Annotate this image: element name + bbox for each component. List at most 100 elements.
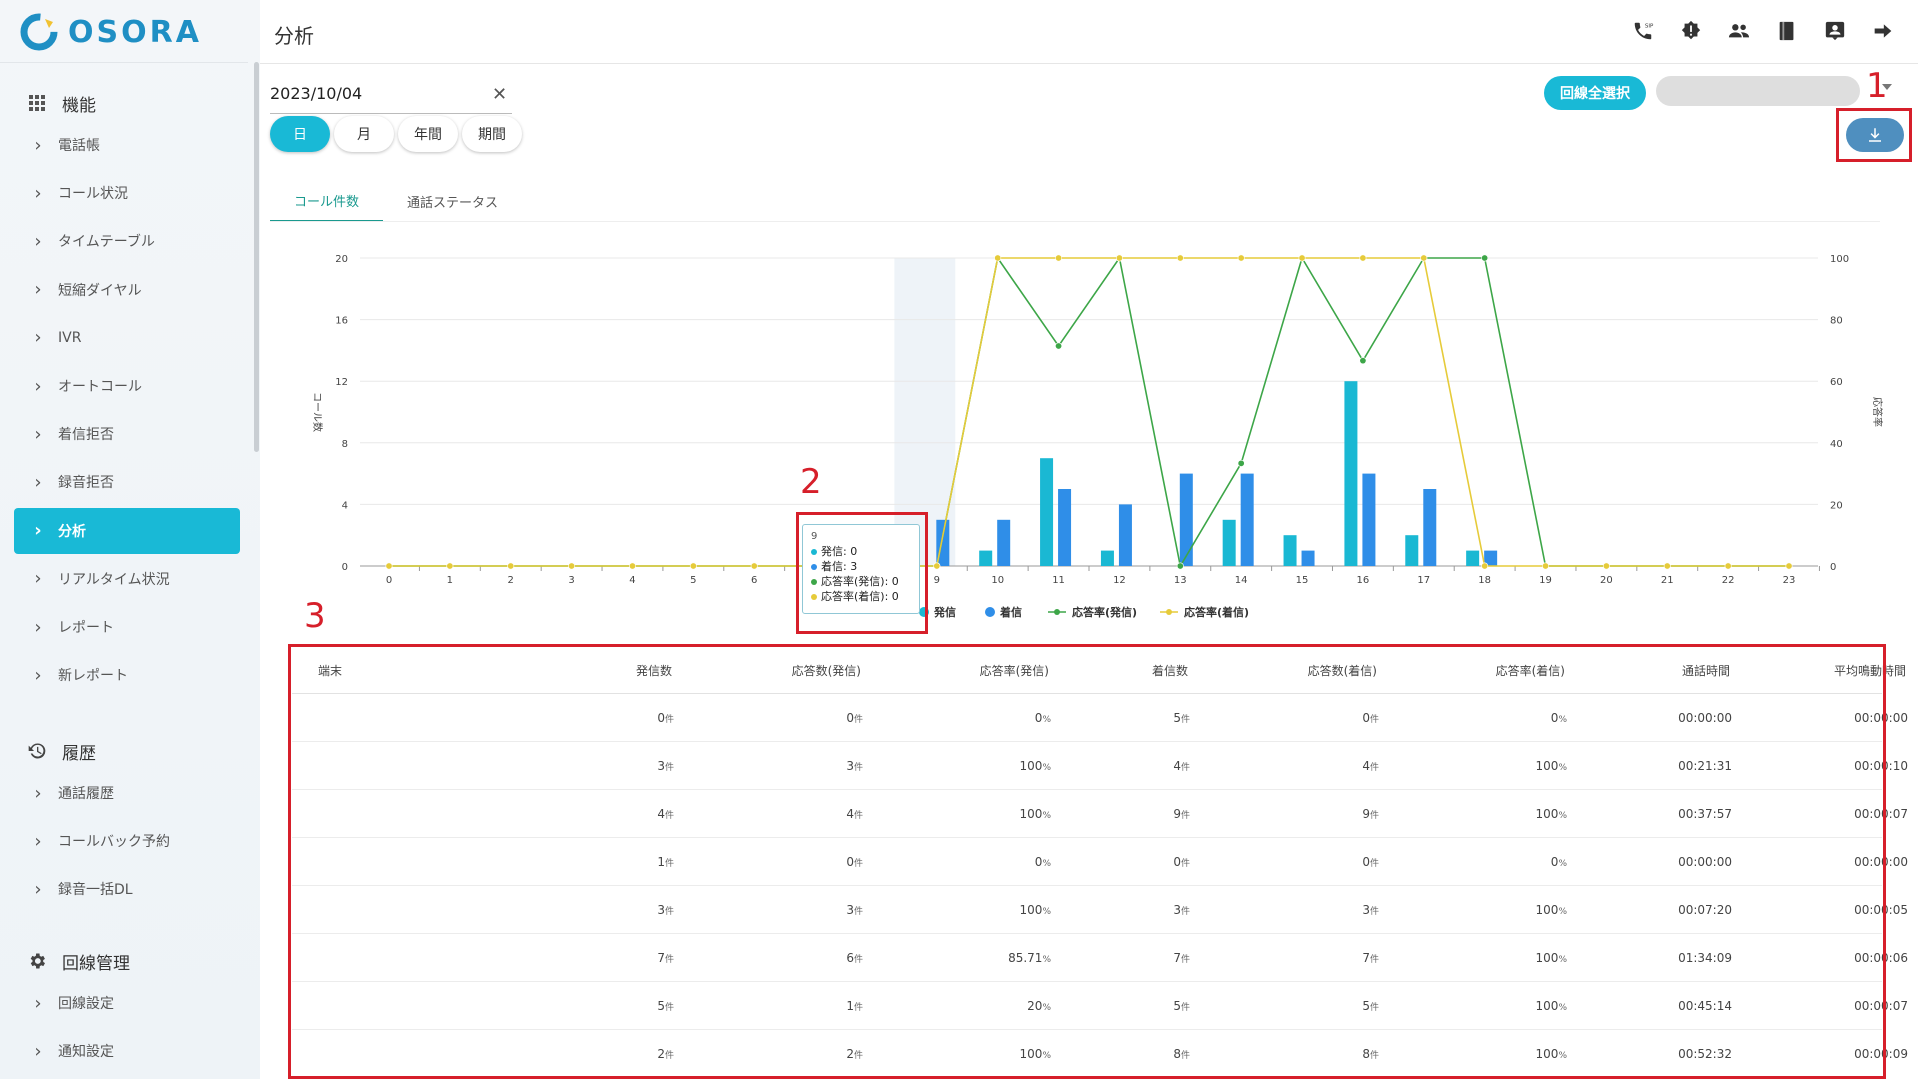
period-year-button[interactable]: 年間 — [398, 116, 458, 152]
period-day-button[interactable]: 日 — [270, 116, 330, 152]
y2-tick-label: 20 — [1830, 500, 1843, 511]
sidebar-item[interactable]: › コール状況 — [14, 170, 240, 216]
chevron-right-icon: › — [34, 327, 42, 349]
users-icon[interactable] — [1726, 18, 1752, 44]
sidebar-item-label: 回線設定 — [58, 996, 114, 1012]
legend-marker — [1166, 609, 1172, 615]
period-range-button[interactable]: 期間 — [462, 116, 522, 152]
line-point — [1298, 254, 1306, 262]
bar-1 — [1118, 504, 1132, 566]
y-tick-label: 16 — [335, 316, 348, 327]
line-point — [507, 562, 515, 570]
sidebar-item[interactable]: › 通知設定 — [14, 1028, 240, 1074]
select-all-lines-button[interactable]: 回線全選択 — [1544, 76, 1646, 110]
line-point — [1663, 562, 1671, 570]
line-point — [628, 562, 636, 570]
y2-tick-label: 60 — [1830, 377, 1843, 388]
period-month-button[interactable]: 月 — [334, 116, 394, 152]
sidebar-item[interactable]: › リアルタイム状況 — [14, 556, 240, 602]
date-input[interactable]: 2023/10/04 — [270, 80, 512, 114]
sidebar-item-label: タイムテーブル — [58, 234, 155, 251]
x-tick-label: 23 — [1783, 575, 1796, 586]
x-tick-label: 2 — [508, 575, 514, 586]
logout-arrow-icon[interactable] — [1870, 18, 1896, 44]
x-tick-label: 0 — [386, 575, 392, 586]
legend-label: 発信 — [933, 605, 956, 619]
sidebar-item[interactable]: › 新レポート — [14, 652, 240, 698]
bar-1 — [997, 519, 1011, 566]
sidebar-item[interactable]: › 通話履歴 — [14, 770, 240, 816]
sidebar-item[interactable]: › 電話帳 — [14, 122, 240, 168]
tab-call-count[interactable]: コール件数 — [270, 180, 384, 222]
x-tick-label: 13 — [1174, 575, 1187, 586]
history-icon — [26, 740, 48, 762]
sip-phone-icon[interactable]: SIP — [1630, 18, 1656, 44]
x-tick-label: 16 — [1357, 575, 1370, 586]
sidebar-scrollbar[interactable] — [254, 62, 259, 452]
section-title: 機能 — [62, 95, 96, 116]
sidebar-item-label: 短縮ダイヤル — [58, 282, 142, 299]
line-point — [1542, 562, 1550, 570]
line-point — [750, 562, 758, 570]
x-tick-label: 22 — [1722, 575, 1735, 586]
sidebar-item[interactable]: › 録音一括DL — [14, 866, 240, 912]
line-point — [1176, 254, 1184, 262]
x-tick-label: 6 — [751, 575, 757, 586]
line-point — [568, 562, 576, 570]
series-line — [389, 257, 1789, 567]
book-icon[interactable] — [1774, 18, 1800, 44]
chevron-right-icon: › — [34, 992, 42, 1014]
sidebar-item-label: 新レポート — [58, 668, 128, 685]
sidebar-item[interactable]: › レポート — [14, 604, 240, 650]
sidebar-item[interactable]: › 短縮ダイヤル — [14, 267, 240, 313]
x-tick-label: 14 — [1235, 575, 1248, 586]
sidebar-item[interactable]: › 録音拒否 — [14, 459, 240, 505]
x-tick-label: 11 — [1052, 575, 1065, 586]
line-point — [1420, 254, 1428, 262]
annotation-number: 2 — [800, 462, 822, 502]
legend-label: 応答率(発信) — [1072, 605, 1137, 619]
sidebar-item[interactable]: › 回線設定 — [14, 980, 240, 1026]
sidebar-item[interactable]: › 分析 — [14, 507, 240, 554]
bar-0 — [1222, 519, 1236, 566]
y-tick-label: 0 — [342, 562, 348, 573]
bar-0 — [1040, 458, 1054, 566]
sidebar-item-label: オートコール — [58, 379, 142, 395]
top-bar: 分析 SIP — [260, 0, 1918, 64]
sidebar-item-label: 電話帳 — [58, 138, 100, 154]
series-line — [389, 255, 1789, 569]
osora-logo[interactable]: OSORA — [20, 12, 202, 52]
sidebar-item-label: 着信拒否 — [58, 427, 114, 444]
tab-call-status[interactable]: 通話ステータス — [383, 180, 522, 222]
bar-0 — [1283, 535, 1297, 566]
sidebar-item-label: リアルタイム状況 — [58, 571, 170, 588]
line-point — [1359, 357, 1367, 365]
section-line-management[interactable]: 回線管理 — [26, 946, 130, 976]
y-tick-label: 8 — [342, 439, 348, 450]
sidebar-item-label: 分析 — [58, 523, 86, 540]
sidebar-item-label: レポート — [58, 620, 114, 636]
sidebar-item[interactable]: › IVR — [14, 315, 240, 361]
section-history[interactable]: 履歴 — [26, 736, 96, 766]
header-actions: SIP — [1630, 18, 1896, 44]
contact-card-icon[interactable] — [1822, 18, 1848, 44]
sidebar-item[interactable]: › コールバック予約 — [14, 818, 240, 864]
bar-1 — [1179, 473, 1193, 566]
section-functions[interactable]: 機能 — [26, 88, 96, 118]
page-title: 分析 — [274, 24, 314, 48]
line-point — [1237, 254, 1245, 262]
sidebar-item[interactable]: › タイムテーブル — [14, 218, 240, 264]
clear-date-icon[interactable]: ✕ — [492, 84, 507, 105]
alert-badge-icon[interactable] — [1678, 18, 1704, 44]
bar-0 — [979, 550, 993, 566]
sidebar-item[interactable]: › オートコール — [14, 363, 240, 409]
line-select-field[interactable] — [1656, 76, 1860, 106]
sidebar-item-label: 録音拒否 — [58, 475, 114, 492]
y2-tick-label: 100 — [1830, 254, 1849, 265]
chevron-right-icon: › — [34, 520, 42, 542]
x-tick-label: 19 — [1539, 575, 1552, 586]
chevron-right-icon: › — [34, 375, 42, 397]
logo-divider — [0, 62, 248, 63]
line-point — [1237, 459, 1245, 467]
sidebar-item[interactable]: › 着信拒否 — [14, 411, 240, 457]
